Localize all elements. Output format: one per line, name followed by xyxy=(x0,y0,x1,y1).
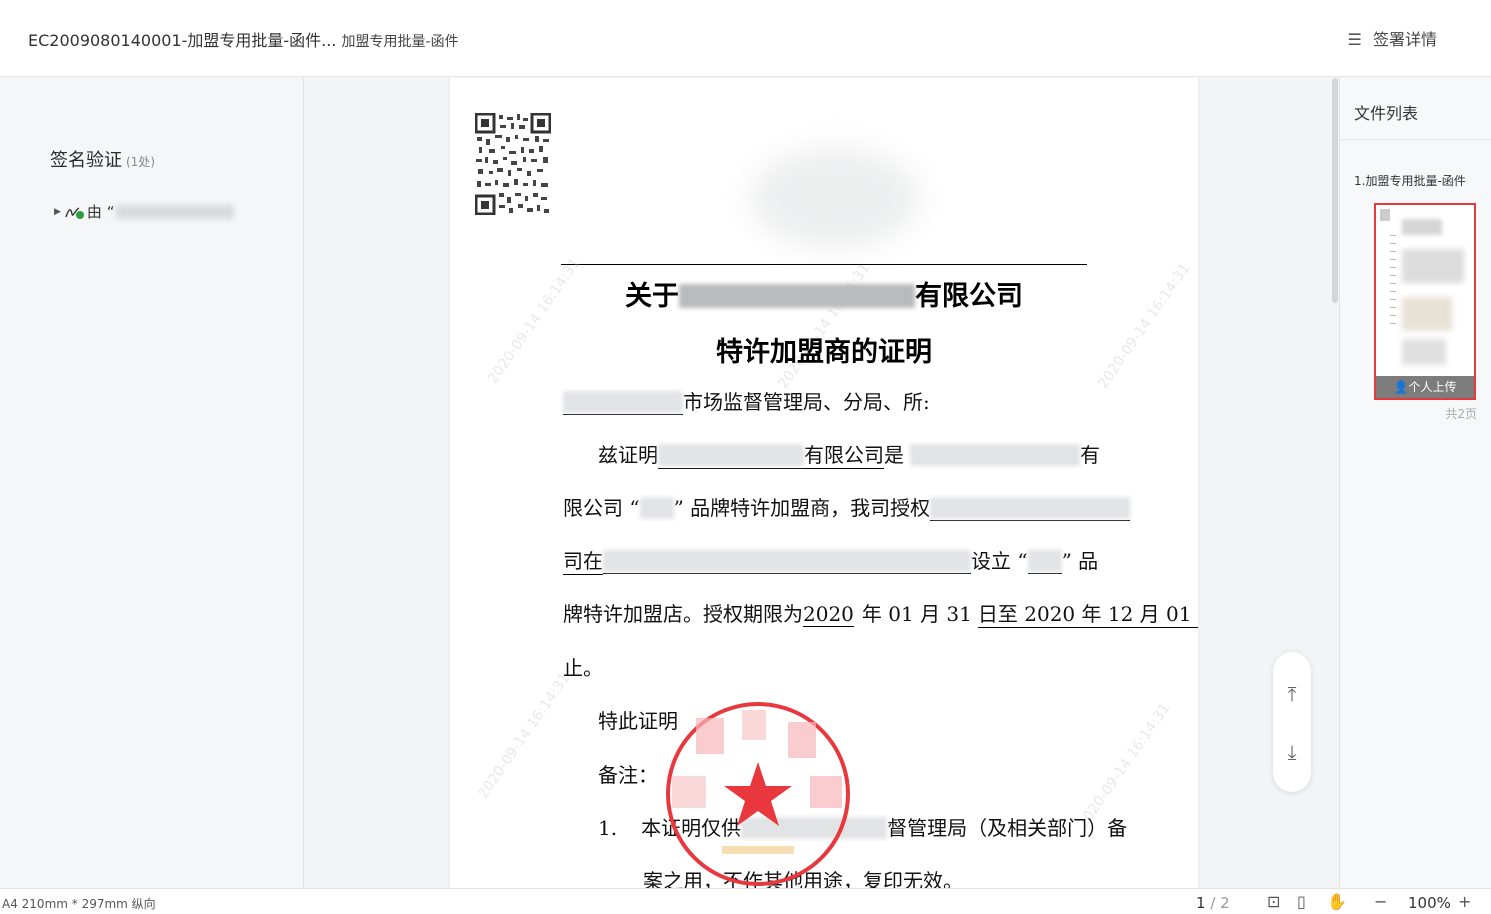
page-thumbnail[interactable]: 👤个人上传 xyxy=(1374,203,1476,400)
file-list-title: 文件列表 xyxy=(1354,104,1419,123)
redacted-logo xyxy=(750,148,920,248)
qr-code xyxy=(475,113,551,215)
top-bar: EC2009080140001-加盟专用批量-函件... 加盟专用批量-函件 ☰… xyxy=(0,0,1491,77)
addressee-line: 市场监督管理局、分局、所: xyxy=(563,386,930,415)
fit-width-icon[interactable]: ⊡ xyxy=(1267,892,1280,911)
status-bar: A4 210mm * 297mm 纵向 1 / 2 ⊡ ▯ ✋ − 100% + xyxy=(0,888,1491,914)
zoom-level: 100% xyxy=(1408,894,1451,912)
document-title: EC2009080140001-加盟专用批量-函件... 加盟专用批量-函件 xyxy=(28,27,459,51)
document-title-line1: 关于 有限公司 xyxy=(561,274,1087,313)
addressee-redacted xyxy=(563,390,683,415)
fit-page-icon[interactable]: ▯ xyxy=(1297,892,1306,911)
verify-title: 签名验证 (1处) xyxy=(50,146,155,172)
user-icon: 👤 xyxy=(1393,380,1409,394)
total-pages: / 2 xyxy=(1210,894,1230,912)
zoom-in-button[interactable]: + xyxy=(1458,892,1471,911)
signature-verify-panel: 签名验证 (1处) ▶ 由 “ xyxy=(0,78,304,888)
page-scroll-controls: ⤒ ⤓ xyxy=(1273,652,1311,792)
paragraph-7: 备注： xyxy=(598,763,658,787)
signer-prefix: 由 “ xyxy=(86,203,115,221)
page-indicator: 1 / 2 xyxy=(1196,894,1230,912)
hand-tool-icon[interactable]: ✋ xyxy=(1327,892,1347,911)
title-prefix: 关于 xyxy=(625,281,679,312)
verify-title-text: 签名验证 xyxy=(50,150,122,171)
verify-count: (1处) xyxy=(126,155,155,169)
document-viewer[interactable]: 2020-09-14 16:14:31 2020-09-14 16:14:31 … xyxy=(305,78,1338,888)
file-name[interactable]: 1.加盟专用批量-函件 xyxy=(1354,172,1466,189)
paragraph-5: 止。 xyxy=(563,656,603,680)
file-list-header: 文件列表 xyxy=(1340,78,1491,140)
paper-size: A4 210mm * 297mm 纵向 xyxy=(2,897,156,911)
sign-detail-button[interactable]: ☰ 签署详情 xyxy=(1348,26,1437,50)
signer-name-redacted xyxy=(116,204,235,219)
company-name-redacted xyxy=(679,284,915,308)
thumbnail-badge: 👤个人上传 xyxy=(1376,376,1474,398)
zoom-out-button[interactable]: − xyxy=(1374,892,1387,911)
viewer-scrollbar[interactable] xyxy=(1332,78,1338,303)
watermark: 2020-09-14 16:14:31 xyxy=(475,670,574,802)
paragraph-1: 兹证明 有限公司是有 xyxy=(598,439,1100,469)
document-page: 2020-09-14 16:14:31 2020-09-14 16:14:31 … xyxy=(450,78,1198,888)
page-total: 共2页 xyxy=(1445,407,1477,421)
current-page[interactable]: 1 xyxy=(1196,894,1206,912)
caret-right-icon[interactable]: ▶ xyxy=(54,207,61,217)
signature-entry[interactable]: ▶ 由 “ xyxy=(54,201,235,222)
sign-detail-label: 签署详情 xyxy=(1372,30,1437,49)
document-title-text: EC2009080140001-加盟专用批量-函件... xyxy=(28,31,337,50)
header-rule xyxy=(561,264,1087,265)
list-icon: ☰ xyxy=(1347,30,1362,49)
title-suffix: 有限公司 xyxy=(915,281,1023,312)
paragraph-3: 司在 设立 “” 品 xyxy=(563,545,1098,575)
paragraph-4: 牌特许加盟店。授权期限为2020 年 01 月 31 日至 2020 年 12 月 … xyxy=(563,598,1198,628)
paragraph-2: 限公司 “” 品牌特许加盟商，我司授权 xyxy=(563,492,1131,521)
file-list-panel: 文件列表 1.加盟专用批量-函件 👤个人上传 共2页 xyxy=(1332,78,1491,888)
scroll-to-bottom-icon[interactable]: ⤓ xyxy=(1273,732,1311,772)
scroll-to-top-icon[interactable]: ⤒ xyxy=(1273,674,1311,714)
signature-valid-icon xyxy=(65,206,84,219)
document-title-line2: 特许加盟商的证明 xyxy=(716,337,932,368)
document-subtitle: 加盟专用批量-函件 xyxy=(341,34,459,50)
watermark: 2020-09-14 16:14:31 xyxy=(1095,260,1194,392)
company-seal-stamp xyxy=(666,702,850,886)
